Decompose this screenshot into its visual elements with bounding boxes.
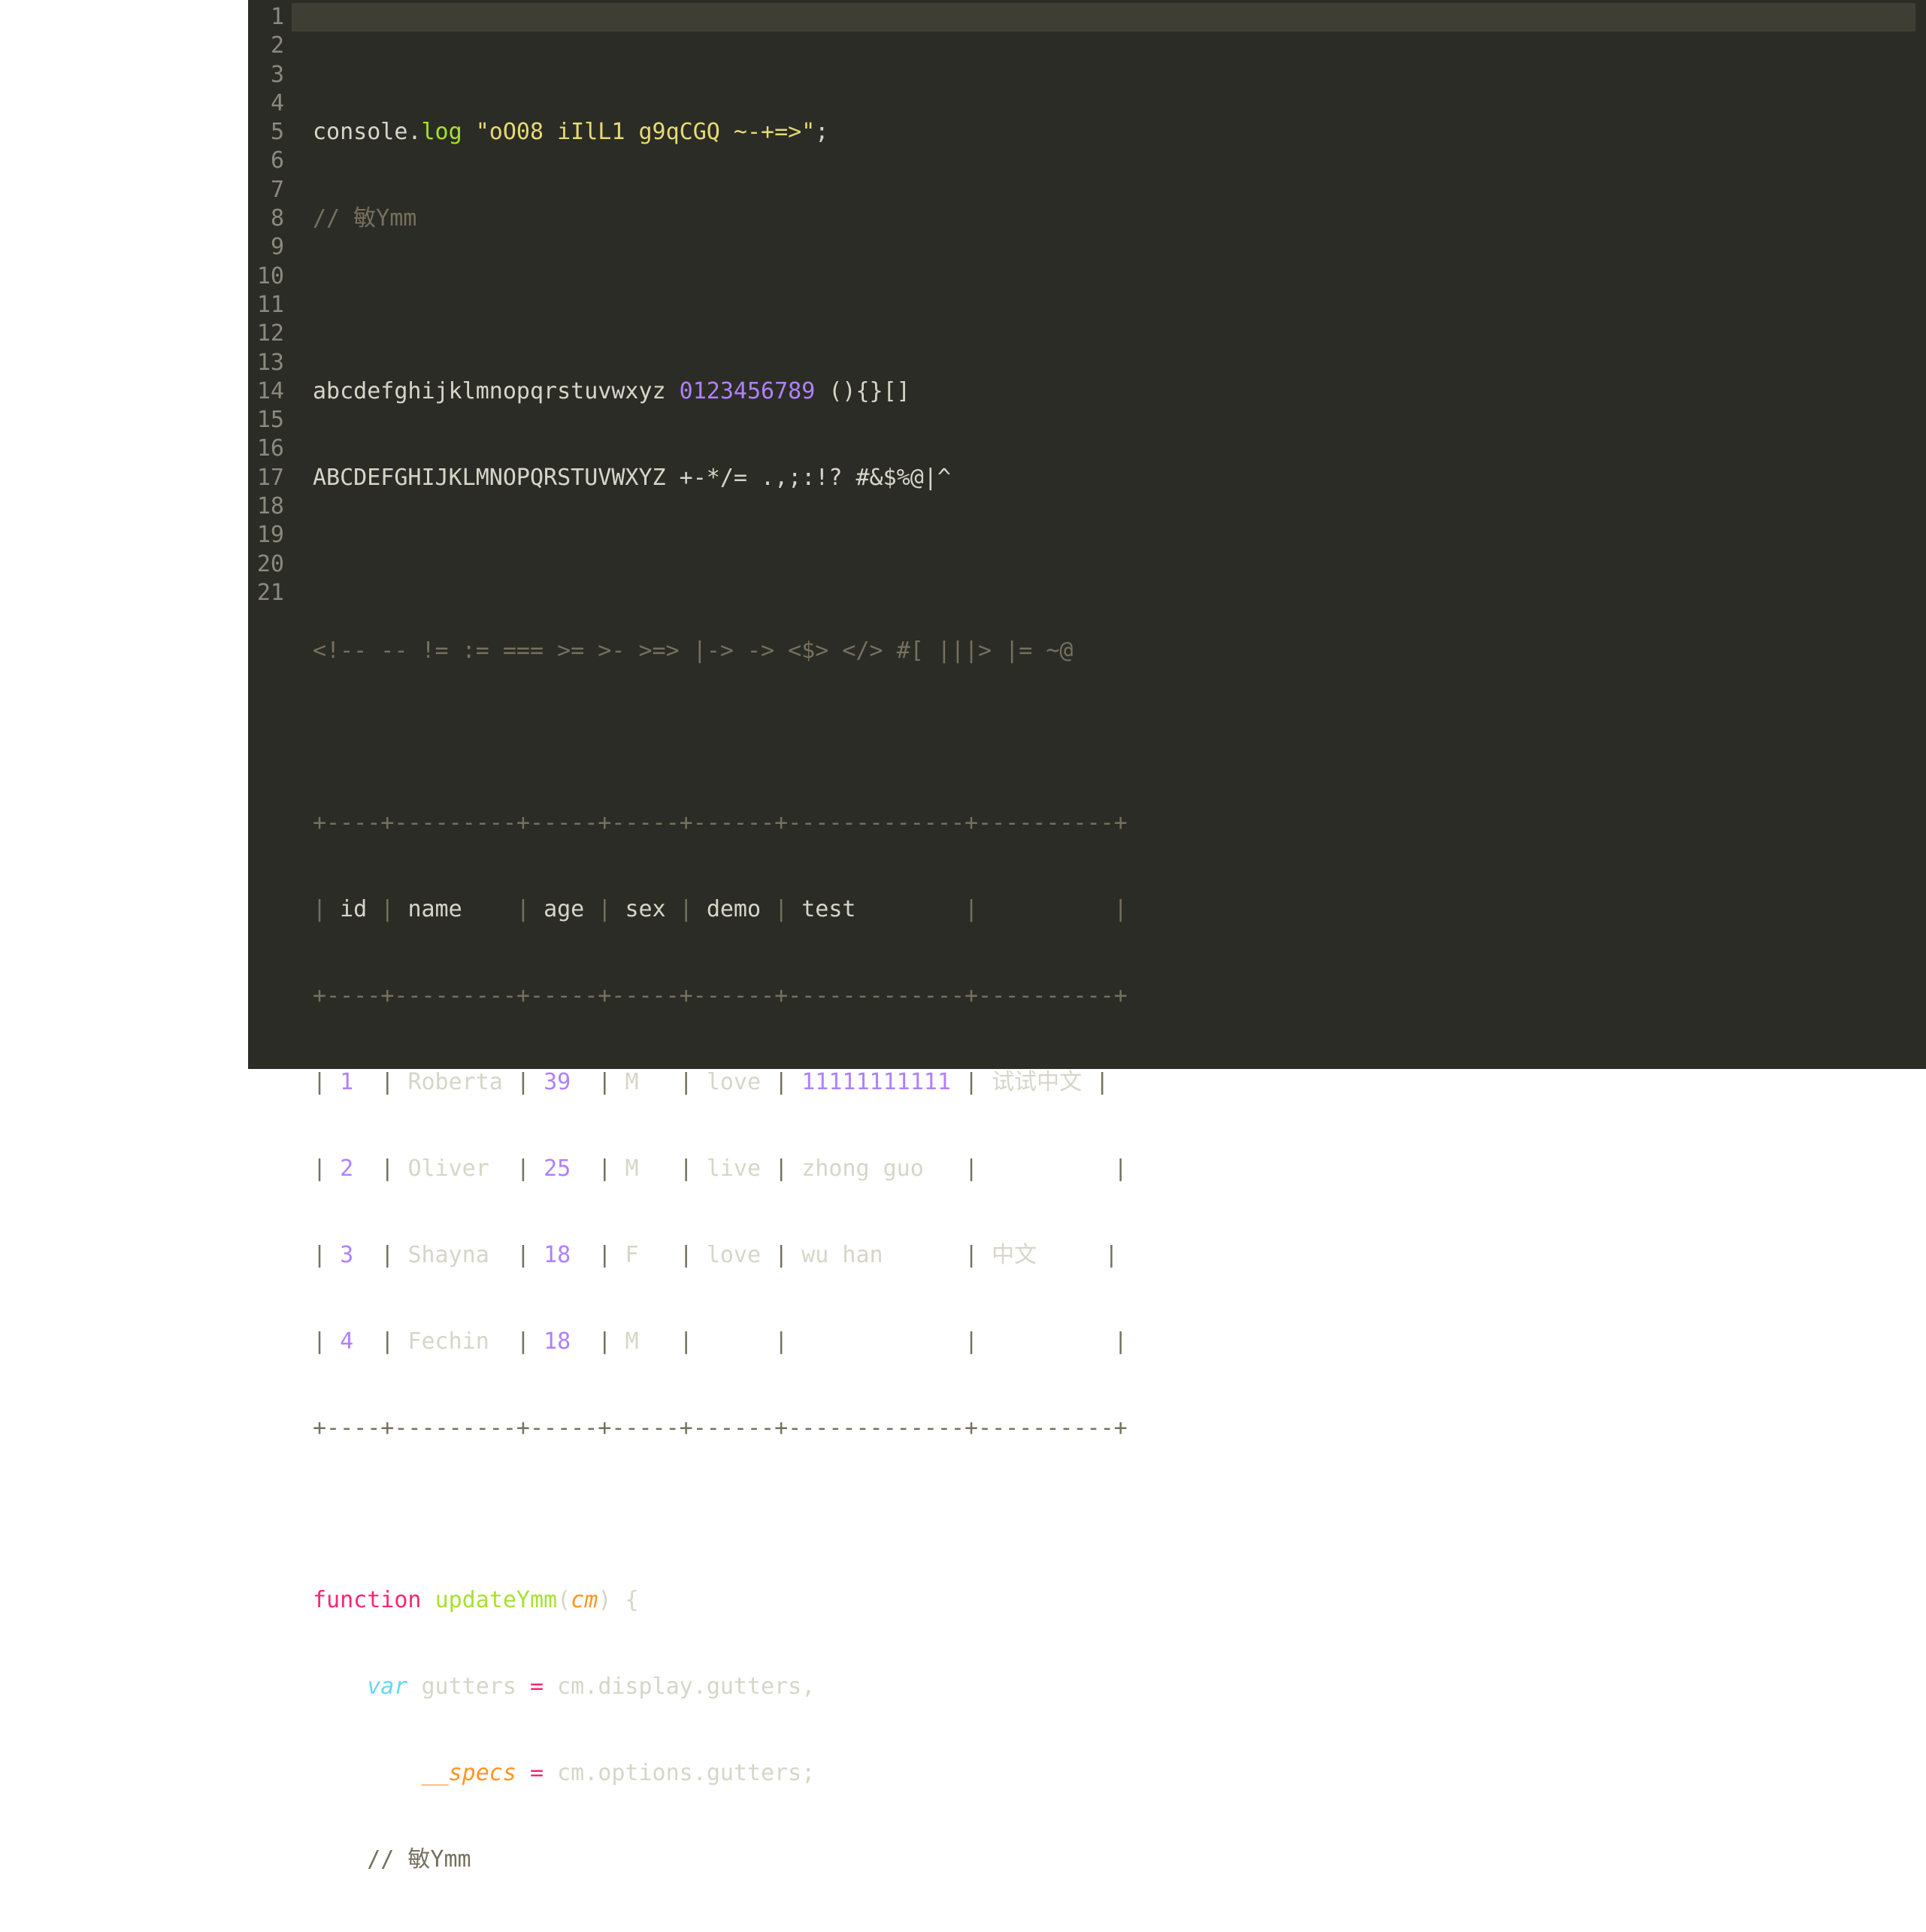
table-header: test <box>801 896 951 922</box>
token-keyword: var <box>367 1673 407 1700</box>
code-line[interactable]: abcdefghijklmnopqrstuvwxyz 0123456789 ()… <box>313 377 1926 406</box>
token-method: log <box>422 119 462 145</box>
code-line[interactable]: | 3 | Shayna | 18 | F | love | wu han | … <box>313 1241 1926 1270</box>
token-identifier: __specs <box>422 1760 516 1786</box>
code-line[interactable]: +----+---------+-----+-----+------+-----… <box>313 809 1926 837</box>
line-number-gutter: 123456789101112131415161718192021 <box>248 0 292 1069</box>
code-line[interactable]: // 敏Ymm <box>313 1846 1926 1874</box>
token-comment: // 敏Ymm <box>313 205 416 232</box>
table-header: name <box>407 896 502 922</box>
line-number: 5 <box>248 118 284 147</box>
active-line-highlight <box>292 3 1915 32</box>
code-line[interactable]: | id | name | age | sex | demo | test | … <box>313 895 1926 924</box>
ascii-table-rule: +----+---------+-----+-----+------+-----… <box>313 810 1128 836</box>
code-line[interactable]: +----+---------+-----+-----+------+-----… <box>313 982 1926 1010</box>
line-number: 15 <box>248 406 284 435</box>
code-line[interactable]: ABCDEFGHIJKLMNOPQRSTUVWXYZ +-*/= .,;:!? … <box>313 464 1926 492</box>
line-number: 2 <box>248 32 284 60</box>
line-number: 3 <box>248 61 284 89</box>
code-line[interactable] <box>313 722 1926 751</box>
line-number: 13 <box>248 349 284 377</box>
line-number: 4 <box>248 89 284 118</box>
line-number: 20 <box>248 550 284 579</box>
token-string: "oO08 iIlL1 g9qCGQ ~-+=>" <box>476 119 816 145</box>
line-number: 16 <box>248 435 284 463</box>
token-comment: // 敏Ymm <box>367 1846 471 1873</box>
code-line[interactable]: +----+---------+-----+-----+------+-----… <box>313 1414 1926 1443</box>
line-number: 10 <box>248 262 284 291</box>
token-identifier: gutters <box>422 1673 516 1700</box>
line-number: 1 <box>248 3 284 32</box>
ascii-table-rule: +----+---------+-----+-----+------+-----… <box>313 1415 1128 1441</box>
code-line[interactable]: var gutters = cm.display.gutters, <box>313 1673 1926 1701</box>
code-editor[interactable]: 123456789101112131415161718192021 consol… <box>248 0 1926 1069</box>
code-line[interactable]: | 2 | Oliver | 25 | M | live | zhong guo… <box>313 1155 1926 1183</box>
line-number: 21 <box>248 579 284 607</box>
table-header: sex <box>625 896 665 922</box>
token-comment: <!-- -- != := === >= >- >=> |-> -> <$> <… <box>313 637 1073 664</box>
code-line[interactable]: console.log "oO08 iIlL1 g9qCGQ ~-+=>"; <box>313 118 1926 147</box>
token-function-name: updateYmm <box>435 1587 558 1613</box>
code-line[interactable] <box>313 291 1926 319</box>
ascii-table-rule: +----+---------+-----+-----+------+-----… <box>313 983 1128 1009</box>
line-number: 19 <box>248 521 284 550</box>
code-area[interactable]: console.log "oO08 iIlL1 g9qCGQ ~-+=>"; /… <box>292 0 1926 1069</box>
code-line[interactable] <box>313 550 1926 579</box>
code-line[interactable]: __specs = cm.options.gutters; <box>313 1759 1926 1788</box>
token-keyword: function <box>313 1587 422 1613</box>
line-number: 8 <box>248 204 284 233</box>
line-number: 11 <box>248 291 284 319</box>
line-number: 17 <box>248 464 284 492</box>
code-line[interactable] <box>313 1500 1926 1528</box>
line-number: 7 <box>248 176 284 204</box>
table-header: demo <box>707 896 761 922</box>
token-punctuation: . <box>407 119 421 145</box>
line-number: 6 <box>248 147 284 175</box>
code-line[interactable]: | 4 | Fechin | 18 | M | | | | <box>313 1328 1926 1356</box>
token-parameter: cm <box>571 1587 598 1613</box>
token-number: 0123456789 <box>680 378 816 404</box>
line-number: 9 <box>248 233 284 262</box>
code-line[interactable]: <!-- -- != := === >= >- >=> |-> -> <$> <… <box>313 637 1926 665</box>
line-number: 14 <box>248 377 284 406</box>
table-header: age <box>544 896 584 922</box>
code-line[interactable]: | 1 | Roberta | 39 | M | love | 11111111… <box>313 1068 1926 1097</box>
token-identifier: console <box>313 119 407 145</box>
line-number: 12 <box>248 319 284 348</box>
line-number: 18 <box>248 492 284 521</box>
code-line[interactable]: function updateYmm(cm) { <box>313 1586 1926 1615</box>
table-header: id <box>340 896 367 922</box>
code-line[interactable]: // 敏Ymm <box>313 204 1926 233</box>
